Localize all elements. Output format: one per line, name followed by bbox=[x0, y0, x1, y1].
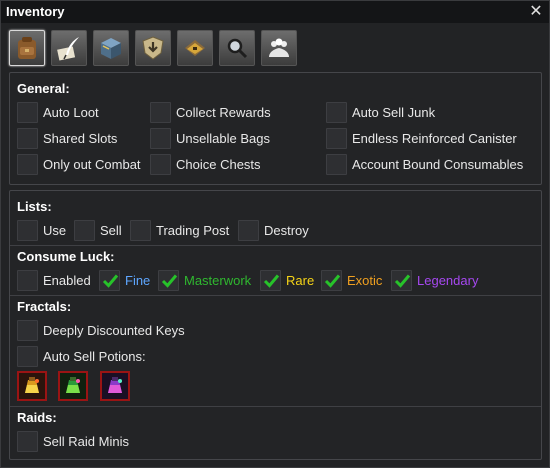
option-endless-canister[interactable]: Endless Reinforced Canister bbox=[326, 127, 517, 149]
option-list-destroy[interactable]: Destroy bbox=[238, 219, 309, 241]
option-luck-masterwork[interactable]: Masterwork bbox=[158, 269, 251, 291]
option-luck-legendary[interactable]: Legendary bbox=[391, 269, 478, 291]
inventory-window: Inventory ✕ General: Auto Loot Collect R… bbox=[0, 0, 550, 468]
checkbox[interactable] bbox=[260, 269, 281, 291]
option-list-use[interactable]: Use bbox=[17, 219, 66, 241]
checkmark-icon bbox=[161, 274, 178, 288]
quill-icon bbox=[57, 37, 79, 61]
checkbox[interactable] bbox=[74, 219, 95, 241]
general-title: General: bbox=[17, 81, 70, 96]
settings-panel: Lists: Use Sell Trading Post Destroy Con… bbox=[9, 190, 542, 460]
option-luck-fine[interactable]: Fine bbox=[99, 269, 150, 291]
general-panel: General: Auto Loot Collect Rewards Auto … bbox=[9, 72, 542, 185]
option-only-out-combat[interactable]: Only out Combat bbox=[17, 153, 141, 175]
checkbox[interactable] bbox=[17, 127, 38, 149]
checkbox[interactable] bbox=[17, 345, 38, 367]
consume-luck-title: Consume Luck: bbox=[17, 249, 115, 264]
checkbox[interactable] bbox=[17, 430, 38, 452]
option-shared-slots[interactable]: Shared Slots bbox=[17, 127, 117, 149]
checkbox[interactable] bbox=[17, 153, 38, 175]
tab-search[interactable] bbox=[219, 30, 255, 66]
option-luck-rare[interactable]: Rare bbox=[260, 269, 314, 291]
potion-row bbox=[17, 371, 137, 401]
potion-gold-slot[interactable] bbox=[17, 371, 47, 401]
checkbox[interactable] bbox=[130, 219, 151, 241]
checkbox[interactable] bbox=[17, 101, 38, 123]
option-luck-enabled[interactable]: Enabled bbox=[17, 269, 91, 291]
lists-title: Lists: bbox=[17, 199, 52, 214]
people-icon bbox=[269, 38, 289, 57]
divider bbox=[10, 245, 541, 246]
tab-chest[interactable] bbox=[177, 30, 213, 66]
option-auto-loot[interactable]: Auto Loot bbox=[17, 101, 99, 123]
close-icon[interactable]: ✕ bbox=[527, 3, 545, 21]
checkbox[interactable] bbox=[150, 153, 171, 175]
shield-download-icon bbox=[142, 36, 164, 60]
tab-people[interactable] bbox=[261, 30, 297, 66]
title-bar[interactable]: Inventory ✕ bbox=[1, 1, 549, 23]
divider bbox=[10, 295, 541, 296]
tab-quill[interactable] bbox=[51, 30, 87, 66]
treasure-chest-icon bbox=[185, 40, 205, 56]
checkbox[interactable] bbox=[326, 153, 347, 175]
option-auto-sell-junk[interactable]: Auto Sell Junk bbox=[326, 101, 435, 123]
option-luck-exotic[interactable]: Exotic bbox=[321, 269, 382, 291]
potion-purple-slot[interactable] bbox=[100, 371, 130, 401]
checkmark-icon bbox=[324, 274, 341, 288]
option-auto-sell-potions[interactable]: Auto Sell Potions: bbox=[17, 345, 146, 367]
checkbox[interactable] bbox=[17, 319, 38, 341]
option-deeply-discounted-keys[interactable]: Deeply Discounted Keys bbox=[17, 319, 185, 341]
checkbox[interactable] bbox=[99, 269, 120, 291]
option-list-sell[interactable]: Sell bbox=[74, 219, 122, 241]
checkmark-icon bbox=[394, 274, 411, 288]
checkmark-icon bbox=[263, 274, 280, 288]
option-choice-chests[interactable]: Choice Chests bbox=[150, 153, 261, 175]
divider bbox=[10, 406, 541, 407]
option-collect-rewards[interactable]: Collect Rewards bbox=[150, 101, 271, 123]
potion-green-slot[interactable] bbox=[58, 371, 88, 401]
tab-backpack[interactable] bbox=[9, 30, 45, 66]
checkbox[interactable] bbox=[321, 269, 342, 291]
magnifier-icon bbox=[227, 38, 248, 59]
option-sell-raid-minis[interactable]: Sell Raid Minis bbox=[17, 430, 129, 452]
potion-gold-icon bbox=[19, 373, 45, 399]
checkmark-icon bbox=[102, 274, 119, 288]
checkbox[interactable] bbox=[158, 269, 179, 291]
backpack-icon bbox=[18, 37, 36, 59]
checkbox[interactable] bbox=[17, 219, 38, 241]
potion-purple-icon bbox=[102, 373, 128, 399]
checkbox[interactable] bbox=[17, 269, 38, 291]
checkbox[interactable] bbox=[326, 127, 347, 149]
checkbox[interactable] bbox=[326, 101, 347, 123]
tab-shield[interactable] bbox=[135, 30, 171, 66]
checkbox[interactable] bbox=[238, 219, 259, 241]
raids-title: Raids: bbox=[17, 410, 57, 425]
tab-crate[interactable] bbox=[93, 30, 129, 66]
checkbox[interactable] bbox=[150, 127, 171, 149]
option-unsellable-bags[interactable]: Unsellable Bags bbox=[150, 127, 270, 149]
fractals-title: Fractals: bbox=[17, 299, 72, 314]
window-title: Inventory bbox=[6, 4, 65, 19]
option-list-trading-post[interactable]: Trading Post bbox=[130, 219, 229, 241]
crate-icon bbox=[101, 38, 121, 59]
checkbox[interactable] bbox=[391, 269, 412, 291]
option-account-bound-consumables[interactable]: Account Bound Consumables bbox=[326, 153, 523, 175]
potion-green-icon bbox=[60, 373, 86, 399]
checkbox[interactable] bbox=[150, 101, 171, 123]
